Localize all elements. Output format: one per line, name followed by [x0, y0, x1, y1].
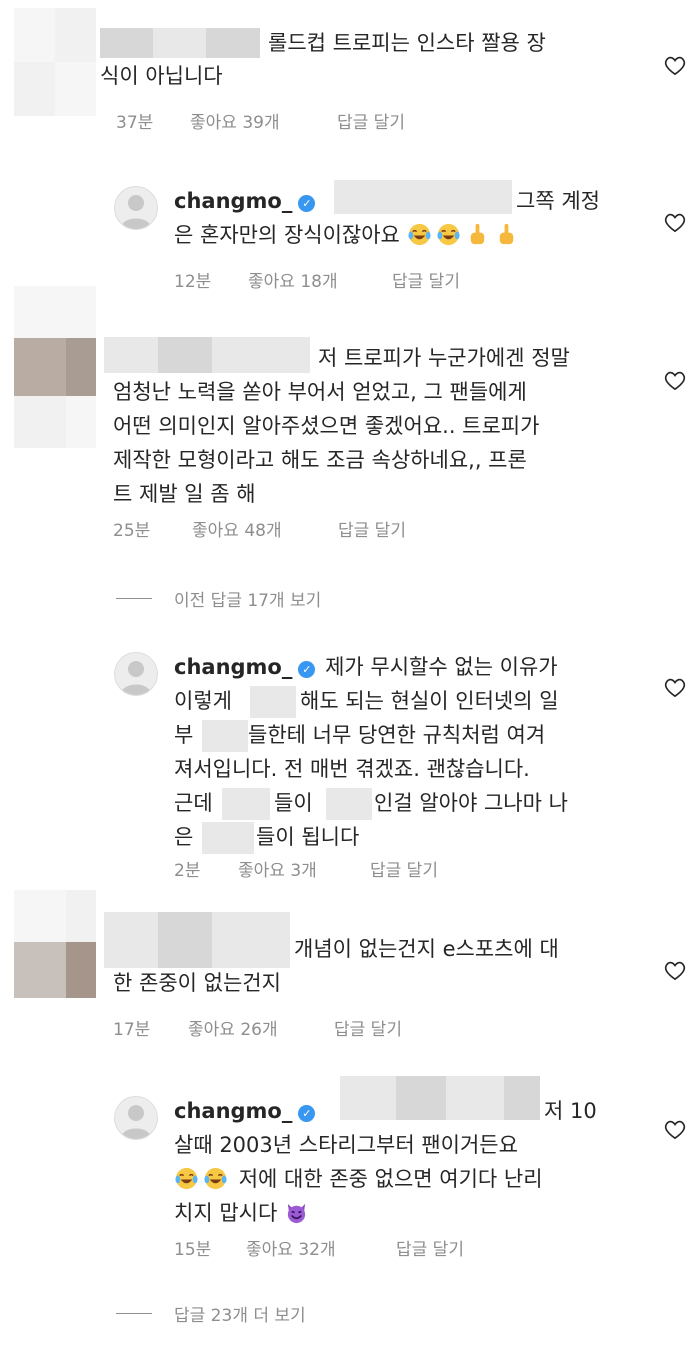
like-count[interactable]: 좋아요 3개: [238, 856, 317, 881]
redacted-text: [340, 1076, 540, 1120]
username[interactable]: changmo_: [174, 655, 292, 679]
comment-text-line: 저 트로피가 누군가에겐 정말: [318, 346, 570, 370]
comment-text-line-with-emoji: 은 혼자만의 장식이잖아요: [174, 218, 523, 253]
avatar[interactable]: [114, 652, 158, 696]
comment-text-line: 이렇게: [174, 689, 232, 713]
comment-text-line: changmo_ ✓ 제가 무시할수 없는 이유가: [174, 650, 558, 685]
comment-text-line: 부: [174, 723, 194, 747]
comment-text-line: 들이: [274, 791, 313, 815]
heart-outline-icon[interactable]: [664, 371, 686, 391]
comment-text-line: 근데: [174, 791, 213, 815]
redacted-text: [202, 720, 248, 752]
comment-text-line: 트 제발 일 좀 해: [113, 482, 256, 506]
comment-text: 은 혼자만의 장식이잖아요: [174, 223, 400, 247]
comment-text-line: 어떤 의미인지 알아주셨으면 좋겠어요.. 트로피가: [113, 414, 540, 438]
reply-button[interactable]: 답글 달기: [334, 1015, 402, 1040]
face-with-tears-of-joy-icon: [437, 223, 460, 246]
username[interactable]: changmo_: [174, 189, 292, 213]
thread-divider: [116, 598, 152, 599]
comment-text-line: 해도 되는 현실이 인터넷의 일: [300, 689, 559, 713]
comment-text-line: 져서입니다. 전 매번 겪겠죠. 괜찮습니다.: [174, 757, 530, 781]
heart-outline-icon[interactable]: [664, 961, 686, 981]
reply-button[interactable]: 답글 달기: [392, 267, 460, 292]
reply-button[interactable]: 답글 달기: [338, 516, 406, 541]
view-more-replies[interactable]: 답글 23개 더 보기: [174, 1301, 306, 1326]
comment-text-line: 식이 아닙니다: [100, 64, 223, 88]
heart-outline-icon[interactable]: [664, 56, 686, 76]
comment-header: changmo_ ✓: [174, 1094, 318, 1129]
comment-text-line: 롤드컵 트로피는 인스타 짤용 장: [268, 31, 546, 55]
verified-badge-icon: ✓: [298, 1105, 316, 1122]
like-count[interactable]: 좋아요 48개: [192, 516, 282, 541]
reply-button[interactable]: 답글 달기: [396, 1235, 464, 1260]
username-blurred[interactable]: [104, 912, 290, 968]
default-avatar-icon: [120, 661, 152, 695]
username-blurred[interactable]: [104, 337, 310, 373]
middle-finger-icon: [470, 223, 484, 245]
redacted-text: [222, 788, 270, 820]
comment-text-line: 제작한 모형이라고 해도 조금 속상하네요,, 프론: [113, 448, 527, 472]
view-previous-replies[interactable]: 이전 답글 17개 보기: [174, 586, 321, 611]
comment-text: 저에 대한 존중 없으면 여기다 난리: [238, 1167, 543, 1191]
avatar-blurred[interactable]: [14, 286, 96, 448]
comment-text-line-with-emoji: 치지 맙시다: [174, 1196, 313, 1231]
comment-time: 2분: [174, 861, 201, 881]
face-with-tears-of-joy-icon: [175, 1167, 198, 1190]
comment-text: 치지 맙시다: [174, 1201, 278, 1225]
comment-text-line: 한 존중이 없는건지: [113, 971, 281, 995]
comment-text-line: 그쪽 계정: [516, 189, 600, 213]
verified-badge-icon: ✓: [298, 195, 316, 212]
like-count[interactable]: 좋아요 32개: [246, 1235, 336, 1260]
username-blurred[interactable]: [100, 28, 260, 58]
redacted-text: [326, 788, 372, 820]
comment-text-line: 은: [174, 825, 194, 849]
redacted-text: [334, 180, 512, 214]
avatar[interactable]: [114, 1096, 158, 1140]
comment-header: changmo_ ✓: [174, 184, 318, 219]
comment-text-line: 엄청난 노력을 쏟아 부어서 얻었고, 그 팬들에게: [113, 380, 527, 404]
avatar[interactable]: [114, 186, 158, 230]
comment-text-line: 인걸 알아야 그나마 나: [374, 791, 568, 815]
like-count[interactable]: 좋아요 18개: [248, 267, 338, 292]
heart-outline-icon[interactable]: [664, 213, 686, 233]
username[interactable]: changmo_: [174, 1099, 292, 1123]
comment-text-line: 들한테 너무 당연한 규칙처럼 여겨: [248, 723, 546, 747]
face-with-tears-of-joy-icon: [408, 223, 431, 246]
comment-text-line-with-emoji: 저에 대한 존중 없으면 여기다 난리: [174, 1162, 543, 1197]
comment-text-line: 저 10: [544, 1099, 597, 1123]
comment-time: 37분: [116, 113, 154, 133]
like-count[interactable]: 좋아요 26개: [188, 1015, 278, 1040]
comment-time: 15분: [174, 1240, 212, 1260]
comment-text-line: 개념이 없는건지 e스포츠에 대: [294, 937, 559, 961]
reply-button[interactable]: 답글 달기: [370, 856, 438, 881]
like-count[interactable]: 좋아요 39개: [190, 108, 280, 133]
avatar-blurred[interactable]: [14, 890, 96, 1000]
redacted-text: [250, 686, 296, 718]
thread-divider: [116, 1313, 152, 1314]
comment-time: 12분: [174, 272, 212, 292]
heart-outline-icon[interactable]: [664, 678, 686, 698]
comment-text-line: 살때 2003년 스타리그부터 팬이거든요: [174, 1133, 518, 1157]
face-with-tears-of-joy-icon: [204, 1167, 227, 1190]
reply-button[interactable]: 답글 달기: [337, 108, 405, 133]
default-avatar-icon: [120, 195, 152, 229]
avatar-blurred[interactable]: [14, 8, 96, 116]
comment-time: 17분: [113, 1020, 151, 1040]
verified-badge-icon: ✓: [298, 661, 316, 678]
heart-outline-icon[interactable]: [664, 1120, 686, 1140]
comment-text: 제가 무시할수 없는 이유가: [325, 655, 558, 679]
middle-finger-icon: [499, 223, 513, 245]
smiling-devil-icon: [287, 1203, 306, 1224]
comment-text-line: 들이 됩니다: [256, 825, 360, 849]
comment-time: 25분: [113, 521, 151, 541]
redacted-text: [202, 822, 254, 854]
default-avatar-icon: [120, 1105, 152, 1139]
